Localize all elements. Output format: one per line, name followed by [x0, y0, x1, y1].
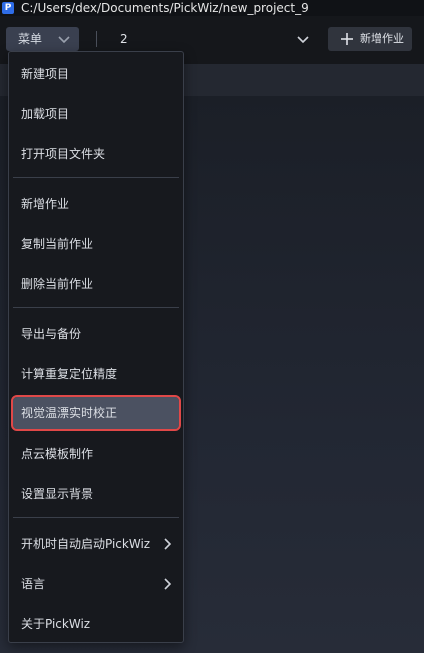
main-menu-dropdown: 新建项目 加载项目 打开项目文件夹 新增作业 复制当前作业 删除当前作业 导出与…	[8, 51, 184, 643]
menu-item-export-backup[interactable]: 导出与备份	[9, 318, 183, 350]
chevron-right-icon	[164, 578, 171, 590]
chevron-down-icon	[297, 36, 309, 44]
menu-button[interactable]: 菜单	[6, 27, 79, 51]
menu-item-open-project-folder[interactable]: 打开项目文件夹	[9, 138, 183, 170]
menu-item-language-label: 语言	[21, 577, 46, 591]
chevron-right-icon	[164, 538, 171, 550]
menu-divider	[13, 517, 179, 518]
menu-item-repeat-accuracy[interactable]: 计算重复定位精度	[9, 358, 183, 390]
menu-item-autostart-label: 开机时自动启动PickWiz	[21, 537, 151, 551]
menu-item-thermal-drift-correction[interactable]: 视觉温漂实时校正	[11, 395, 181, 431]
add-job-label: 新增作业	[360, 32, 404, 45]
menu-item-copy-job[interactable]: 复制当前作业	[9, 228, 183, 260]
menu-item-load-project[interactable]: 加载项目	[9, 98, 183, 130]
menu-item-add-job[interactable]: 新增作业	[9, 188, 183, 220]
plus-icon	[341, 33, 353, 45]
menu-item-new-project[interactable]: 新建项目	[9, 58, 183, 90]
add-job-button[interactable]: 新增作业	[328, 27, 412, 51]
app-logo-icon: P	[2, 2, 14, 14]
job-select-value: 2	[120, 32, 128, 46]
app-window: P C:/Users/dex/Documents/PickWiz/new_pro…	[0, 0, 424, 653]
job-select[interactable]: 2	[112, 27, 318, 51]
menu-divider	[13, 307, 179, 308]
menu-item-point-cloud-template[interactable]: 点云模板制作	[9, 438, 183, 470]
menu-divider	[13, 177, 179, 178]
menu-button-label: 菜单	[18, 32, 43, 46]
chevron-down-icon	[58, 36, 70, 44]
window-title: C:/Users/dex/Documents/PickWiz/new_proje…	[21, 1, 309, 15]
menu-item-display-background[interactable]: 设置显示背景	[9, 478, 183, 510]
title-bar: P C:/Users/dex/Documents/PickWiz/new_pro…	[0, 0, 424, 16]
menu-item-delete-job[interactable]: 删除当前作业	[9, 268, 183, 300]
toolbar-divider	[96, 31, 97, 47]
menu-item-language[interactable]: 语言	[9, 568, 183, 600]
menu-item-about[interactable]: 关于PickWiz	[9, 608, 183, 640]
menu-item-autostart[interactable]: 开机时自动启动PickWiz	[9, 528, 183, 560]
